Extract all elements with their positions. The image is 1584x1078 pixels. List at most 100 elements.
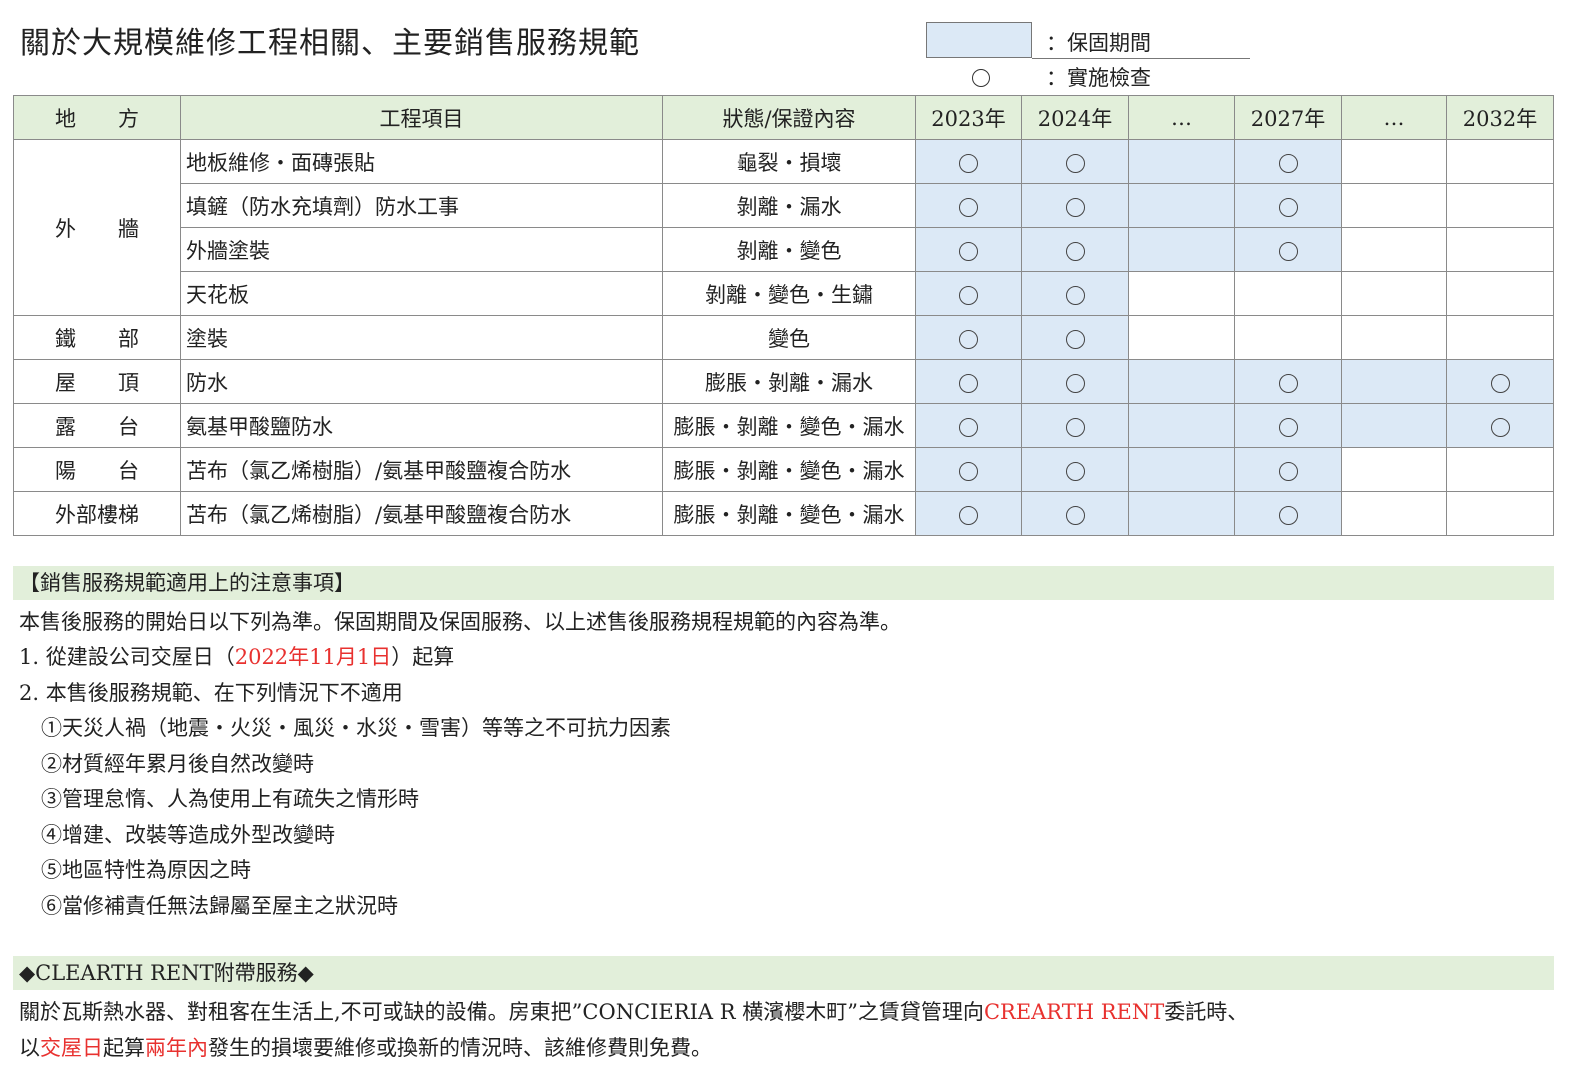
warranty-period-cell — [1234, 491, 1342, 536]
warranty-period-cell — [1341, 403, 1447, 448]
warranty-period-cell — [1021, 403, 1129, 448]
service-line-2-b: 起算 — [103, 1036, 145, 1060]
schedule-cell — [1446, 227, 1554, 272]
inspection-circle-icon — [959, 285, 978, 305]
inspection-circle-icon — [1065, 417, 1085, 437]
warranty-period-cell — [1128, 139, 1235, 184]
warranty-period-cell — [1446, 359, 1554, 404]
warranty-period-cell — [1128, 183, 1235, 228]
schedule-cell — [1446, 139, 1554, 184]
inspection-circle-icon — [1065, 505, 1085, 525]
work-item-cell: 氨基甲酸鹽防水 — [180, 403, 663, 448]
notes-item-1: 1. 從建設公司交屋日（2022年11月1日）起算 — [19, 641, 454, 671]
column-header: 工程項目 — [180, 95, 663, 140]
exclusion-item: ③管理怠惰、人為使用上有疏失之情形時 — [41, 787, 419, 811]
column-header: 2023年 — [915, 95, 1022, 140]
service-line-2-a: 以 — [19, 1036, 40, 1060]
work-item-cell: 塗裝 — [180, 315, 663, 360]
legend-warranty-swatch — [926, 22, 1032, 58]
inspection-circle-icon — [1278, 461, 1298, 481]
warranty-period-cell — [915, 183, 1022, 228]
warranty-period-cell — [915, 403, 1022, 448]
place-cell: 露 台 — [13, 403, 181, 448]
schedule-cell — [1341, 227, 1447, 272]
schedule-cell — [1446, 271, 1554, 316]
work-item-cell: 外牆塗裝 — [180, 227, 663, 272]
exclusion-item: ⑤地區特性為原因之時 — [41, 858, 251, 882]
work-item-cell: 地板維修・面磚張貼 — [180, 139, 663, 184]
inspection-circle-icon — [959, 329, 978, 349]
inspection-circle-icon — [959, 461, 978, 481]
service-company: CREARTH RENT — [983, 1000, 1165, 1024]
work-item-cell: 苫布（氯乙烯樹脂）/氨基甲酸鹽複合防水 — [180, 491, 663, 536]
warranty-period-cell — [1021, 315, 1129, 360]
warranty-period-cell — [1021, 139, 1129, 184]
warranty-period-cell — [1128, 227, 1235, 272]
status-cell: 剝離・變色 — [662, 227, 916, 272]
status-cell: 變色 — [662, 315, 916, 360]
warranty-period-cell — [915, 271, 1022, 316]
table-row: 外牆塗裝 剝離・變色 — [14, 227, 1554, 272]
table-row: 陽 台苫布（氯乙烯樹脂）/氨基甲酸鹽複合防水 膨脹・剝離・變色・漏水 — [13, 447, 1554, 492]
handover-date: 2022年11月1日 — [234, 645, 392, 669]
inspection-circle-icon — [959, 153, 978, 173]
warranty-period-cell — [1234, 359, 1342, 404]
column-header: 2027年 — [1234, 95, 1342, 140]
warranty-period-cell — [915, 447, 1022, 492]
warranty-period-cell — [1234, 139, 1342, 184]
inspection-circle-icon — [959, 373, 978, 393]
table-row: 外部樓梯 苫布（氯乙烯樹脂）/氨基甲酸鹽複合防水 膨脹・剝離・變色・漏水 — [13, 491, 1554, 536]
place-cell: 屋 頂 — [13, 359, 181, 404]
place-cell: 鐵 部 — [13, 315, 181, 360]
service-two-years: 兩年內 — [145, 1036, 208, 1060]
work-item-cell: 防水 — [180, 359, 663, 404]
column-header: … — [1341, 95, 1447, 140]
schedule-cell — [1234, 271, 1342, 316]
schedule-cell — [1341, 271, 1447, 316]
notes-item-2: 2. 本售後服務規範、在下列情況下不適用 — [19, 681, 403, 705]
legend-inspection-label: ：實施檢查 — [1046, 66, 1151, 90]
legend-divider — [1032, 58, 1250, 59]
table-header-row: 地 方工程項目 狀態/保證內容 2023年 2024年… 2027年… 2032年 — [13, 95, 1554, 140]
exclusion-item: ①天災人禍（地震・火災・風災・水災・雪害）等等之不可抗力因素 — [41, 716, 671, 740]
warranty-period-cell — [915, 359, 1022, 404]
inspection-circle-icon — [1490, 417, 1510, 437]
schedule-cell — [1128, 315, 1235, 360]
place-cell: 陽 台 — [13, 447, 181, 492]
inspection-circle-icon — [1065, 461, 1085, 481]
service-line-1: 關於瓦斯熱水器、對租客在生活上,不可或缺的設備。房東把”CONCIERIA R … — [19, 996, 1248, 1026]
inspection-circle-icon — [1278, 197, 1298, 217]
schedule-cell — [1446, 447, 1554, 492]
warranty-period-cell — [1021, 271, 1129, 316]
warranty-period-cell — [1234, 403, 1342, 448]
inspection-circle-icon — [1065, 329, 1085, 349]
maintenance-schedule-table: 地 方工程項目 狀態/保證內容 2023年 2024年… 2027年… 2032年 外 牆… — [13, 95, 1554, 536]
warranty-period-cell — [1341, 359, 1447, 404]
status-cell: 剝離・變色・生鏽 — [662, 271, 916, 316]
warranty-period-cell — [1128, 491, 1235, 536]
inspection-circle-icon — [1278, 417, 1298, 437]
warranty-period-cell — [1446, 403, 1554, 448]
warranty-period-cell — [1021, 447, 1129, 492]
place-cell: 外 牆 — [13, 139, 181, 316]
notes-item-1-prefix: 1. 從建設公司交屋日（ — [19, 645, 235, 669]
service-line-2: 以交屋日起算兩年內發生的損壞要維修或換新的情況時、該維修費則免費。 — [19, 1032, 712, 1062]
schedule-cell — [1341, 447, 1447, 492]
exclusion-item: ②材質經年累月後自然改變時 — [41, 751, 314, 776]
warranty-period-cell — [1234, 183, 1342, 228]
circle-icon — [972, 69, 990, 87]
table-row: 外 牆地板維修・面磚張貼 龜裂・損壞 — [13, 139, 1554, 316]
table-row: 天花板 剝離・變色・生鏽 — [14, 271, 1554, 316]
service-handover: 交屋日 — [40, 1036, 103, 1060]
inspection-circle-icon — [1278, 505, 1298, 525]
status-cell: 膨脹・剝離・變色・漏水 — [662, 403, 916, 448]
warranty-period-cell — [1128, 447, 1235, 492]
inspection-circle-icon — [1278, 373, 1298, 393]
status-cell: 剝離・漏水 — [662, 183, 916, 228]
inspection-circle-icon — [1278, 241, 1298, 261]
notes-item-1-suffix: ）起算 — [391, 645, 455, 669]
warranty-period-cell — [915, 315, 1022, 360]
page-title: 關於大規模維修工程相關、主要銷售服務規範 — [20, 26, 640, 61]
inspection-circle-icon — [959, 505, 978, 525]
column-header: 狀態/保證內容 — [662, 95, 916, 140]
